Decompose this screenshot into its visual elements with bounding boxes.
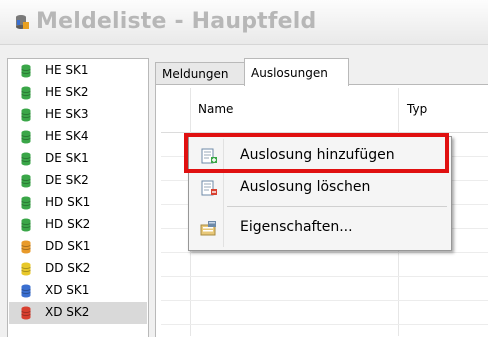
list-item-label: HE SK3 (45, 107, 89, 121)
window-title: Meldeliste - Hauptfeld (36, 9, 317, 34)
database-icon (21, 196, 31, 210)
database-icon (21, 262, 31, 276)
database-icon (21, 108, 31, 122)
list-item[interactable]: XD SK1 (9, 280, 147, 302)
list-item[interactable]: DE SK1 (9, 148, 147, 170)
list-item-label: HE SK1 (45, 63, 89, 77)
menu-item-auslosung-loeschen[interactable]: Auslosung löschen (191, 175, 447, 201)
database-icon (21, 240, 31, 254)
title-bar: Meldeliste - Hauptfeld (0, 0, 488, 45)
list-item[interactable]: HE SK4 (9, 126, 147, 148)
column-header-name[interactable]: Name (198, 102, 233, 116)
list-item[interactable]: HE SK3 (9, 104, 147, 126)
menu-separator (227, 206, 447, 207)
grid-row-line (161, 300, 488, 301)
list-item-label: DD SK2 (45, 261, 91, 275)
database-icon (21, 174, 31, 188)
list-item[interactable]: HD SK1 (9, 192, 147, 214)
tab-auslosungen[interactable]: Auslosungen (244, 58, 349, 86)
database-icon (21, 284, 31, 298)
grid-row-line (161, 276, 488, 277)
delete-document-icon (201, 180, 217, 196)
list-item-label: HD SK1 (45, 195, 91, 209)
list-item-label: XD SK1 (45, 283, 90, 297)
database-app-icon (16, 15, 29, 29)
grid-row-line (161, 324, 488, 325)
list-item[interactable]: XD SK2 (9, 302, 147, 324)
list-item[interactable]: DD SK1 (9, 236, 147, 258)
grid-row-line (161, 252, 488, 253)
list-item-label: DD SK1 (45, 239, 91, 253)
column-header-typ[interactable]: Typ (407, 102, 427, 116)
list-item[interactable]: HE SK1 (9, 60, 147, 82)
properties-icon (200, 221, 216, 236)
event-list[interactable]: HE SK1 HE SK2 HE SK3 HE SK4 DE SK1 DE SK2 HD S… (7, 58, 149, 337)
tab-auslosungen-label: Auslosungen (251, 66, 328, 80)
list-item-label: HE SK4 (45, 129, 89, 143)
highlight-box (184, 133, 449, 173)
tab-meldungen-label: Meldungen (162, 67, 229, 81)
list-item-label: HD SK2 (45, 217, 91, 231)
menu-item-label: Eigenschaften... (240, 219, 353, 235)
menu-item-eigenschaften[interactable]: Eigenschaften... (191, 215, 447, 241)
list-item-label: DE SK2 (45, 173, 89, 187)
tab-strip: Meldungen Auslosungen (155, 58, 488, 86)
list-item[interactable]: DE SK2 (9, 170, 147, 192)
list-item-label: HE SK2 (45, 85, 89, 99)
tab-meldungen[interactable]: Meldungen (155, 62, 245, 85)
database-icon (21, 306, 31, 320)
menu-item-label: Auslosung löschen (240, 179, 371, 195)
list-item-label: XD SK2 (45, 305, 90, 319)
list-item[interactable]: DD SK2 (9, 258, 147, 280)
list-item[interactable]: HD SK2 (9, 214, 147, 236)
database-icon (21, 152, 31, 166)
database-icon (21, 86, 31, 100)
database-icon (21, 218, 31, 232)
list-item-label: DE SK1 (45, 151, 89, 165)
database-icon (21, 64, 31, 78)
database-icon (21, 130, 31, 144)
list-item[interactable]: HE SK2 (9, 82, 147, 104)
